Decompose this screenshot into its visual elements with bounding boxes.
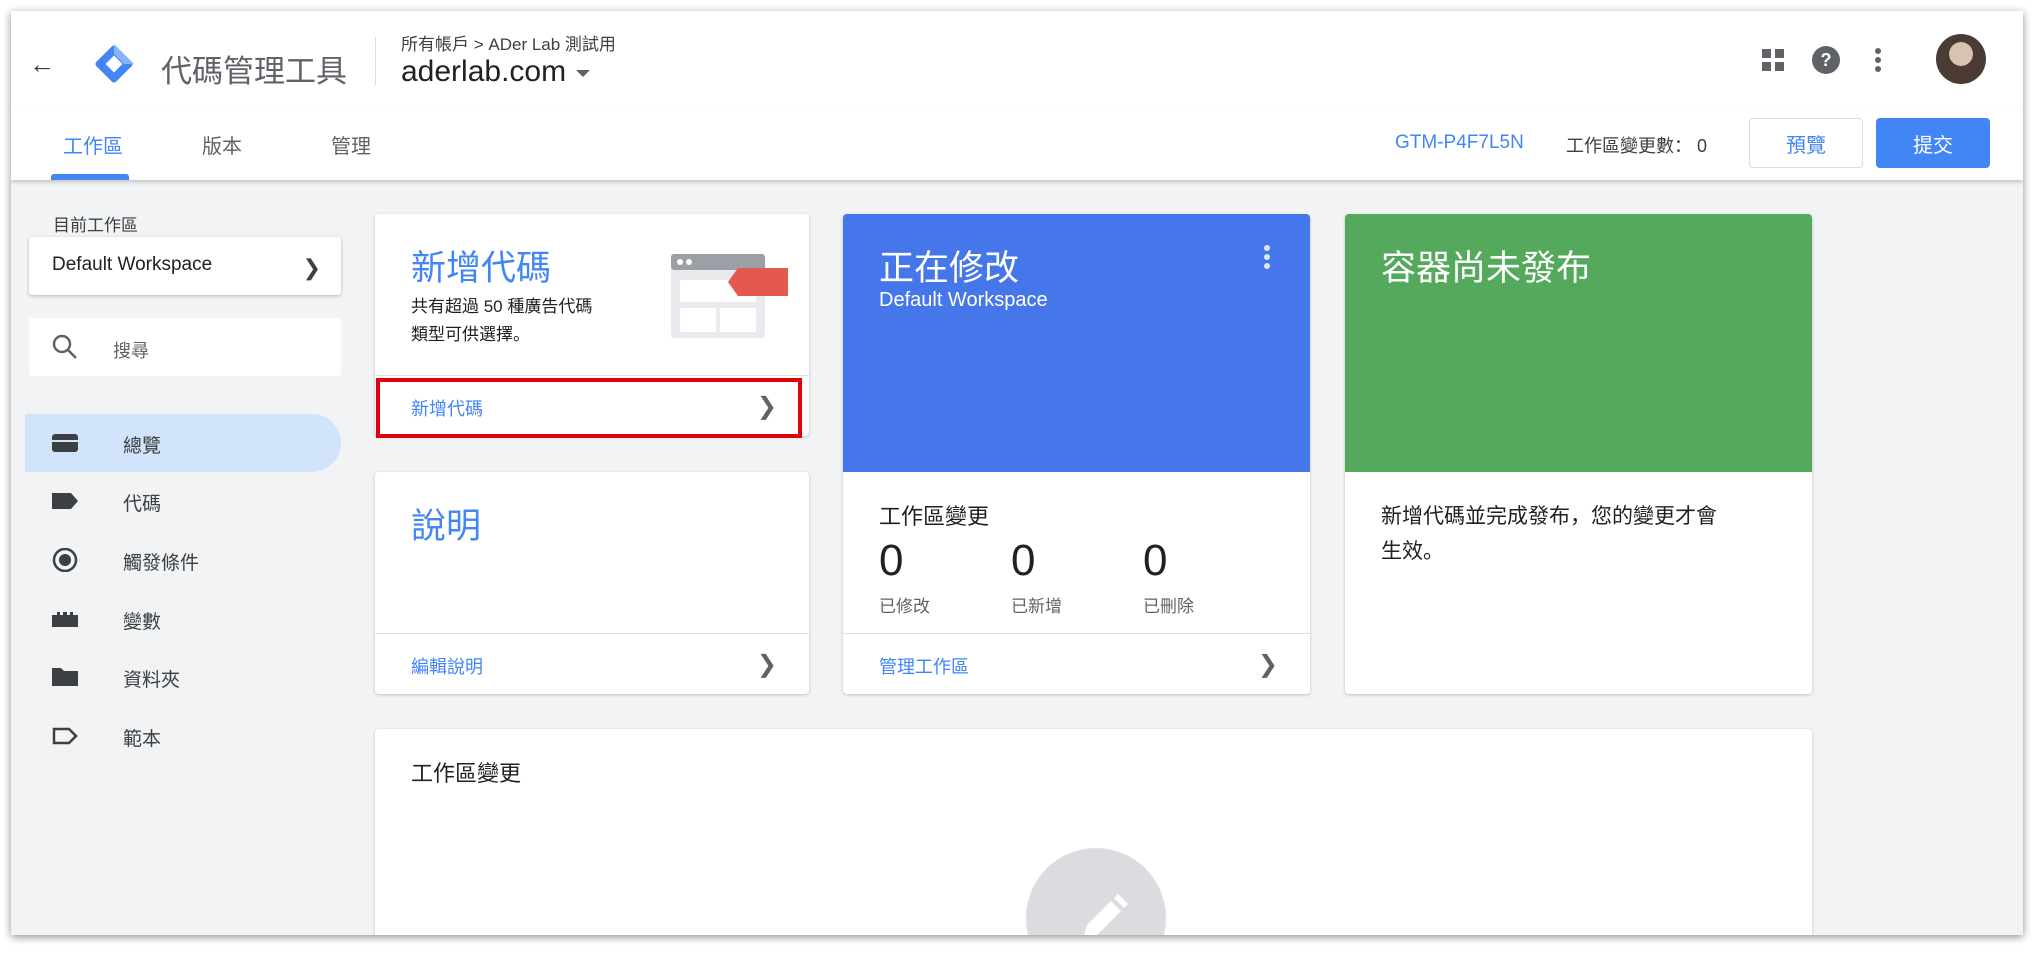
sidebar-item-templates[interactable]: 範本 xyxy=(25,707,341,765)
edit-description-label: 編輯說明 xyxy=(411,657,483,677)
stat-value: 0 xyxy=(1011,536,1036,585)
publish-card-header: 容器尚未發布 xyxy=(1345,214,1812,472)
variable-icon xyxy=(52,612,78,627)
current-workspace-label: 目前工作區 xyxy=(53,216,138,235)
sidebar-item-tags[interactable]: 代碼 xyxy=(25,472,341,530)
tab-versions[interactable]: 版本 xyxy=(202,130,242,159)
tab-bar: 工作區 版本 管理 GTM-P4F7L5N 工作區變更數： 0 預覽 提交 xyxy=(11,108,2023,180)
description-title: 說明 xyxy=(411,507,482,546)
tab-workspace[interactable]: 工作區 xyxy=(63,130,123,159)
editing-workspace-name: Default Workspace xyxy=(879,289,1048,311)
help-icon[interactable]: ? xyxy=(1811,45,1841,75)
gtm-logo-icon xyxy=(95,44,134,83)
overview-icon xyxy=(52,434,78,452)
chevron-right-icon: ❯ xyxy=(1257,651,1278,678)
sidebar-item-overview[interactable]: 總覽 xyxy=(25,414,341,472)
tag-illustration-icon xyxy=(671,254,788,338)
more-vert-icon[interactable] xyxy=(1863,45,1893,75)
sidebar-item-variables[interactable]: 變數 xyxy=(25,590,341,648)
workspace-changes-title: 工作區變更 xyxy=(411,761,522,786)
sidebar-item-label: 範本 xyxy=(123,729,162,750)
sidebar-item-label: 觸發條件 xyxy=(123,553,200,574)
sidebar-item-label: 變數 xyxy=(123,612,162,633)
svg-text:?: ? xyxy=(1821,50,1832,70)
sidebar-item-label: 資料夾 xyxy=(123,670,181,691)
account-selector[interactable]: aderlab.com xyxy=(401,55,591,89)
publish-message: 新增代碼並完成發布，您的變更才會 生效。 xyxy=(1381,499,1717,569)
edit-pencil-icon xyxy=(1026,848,1166,935)
sidebar-item-folders[interactable]: 資料夾 xyxy=(25,648,341,706)
change-stats: 0 已修改 0 已新增 0 已刪除 xyxy=(879,536,1279,616)
manage-workspace-label: 管理工作區 xyxy=(879,657,969,677)
stat-value: 0 xyxy=(879,536,904,585)
new-tag-description: 共有超過 50 種廣告代碼 類型可供選擇。 xyxy=(411,293,592,349)
stat-label: 已修改 xyxy=(879,597,930,616)
submit-button[interactable]: 提交 xyxy=(1876,118,1990,168)
stat-value: 0 xyxy=(1143,536,1168,585)
tag-icon xyxy=(52,493,78,509)
editing-title: 正在修改 xyxy=(879,249,1020,288)
preview-button[interactable]: 預覽 xyxy=(1749,118,1863,168)
sidebar-item-label: 總覽 xyxy=(123,436,162,457)
arrow-back-icon[interactable]: ← xyxy=(29,49,55,80)
changes-title: 工作區變更 xyxy=(879,504,990,529)
editing-workspace-card: 正在修改 Default Workspace 工作區變更 0 已修改 0 已新增… xyxy=(843,214,1310,694)
workspace-changes-card: 工作區變更 xyxy=(375,729,1812,935)
app-name: 代碼管理工具 xyxy=(161,54,347,89)
workspace-selector[interactable]: Default Workspace ❯ xyxy=(29,237,341,295)
container-id[interactable]: GTM-P4F7L5N xyxy=(1395,132,1524,154)
message-line: 新增代碼並完成發布，您的變更才會 xyxy=(1381,505,1717,528)
app-window: ← 代碼管理工具 所有帳戶 > ADer Lab 測試用 aderlab.com… xyxy=(11,11,2023,935)
stat-modified: 0 已修改 xyxy=(879,536,930,617)
apps-grid-icon[interactable] xyxy=(1758,45,1788,75)
sidebar-item-triggers[interactable]: 觸發條件 xyxy=(25,531,341,589)
chevron-right-icon: ❯ xyxy=(302,255,321,280)
template-icon xyxy=(52,727,78,745)
tab-admin[interactable]: 管理 xyxy=(331,130,371,159)
sidebar-item-label: 代碼 xyxy=(123,494,162,515)
editing-card-header: 正在修改 Default Workspace xyxy=(843,214,1310,472)
search-placeholder: 搜尋 xyxy=(113,341,149,361)
chevron-right-icon: ❯ xyxy=(756,651,777,678)
description-line: 類型可供選擇。 xyxy=(411,325,530,344)
workspace-changes-count: 工作區變更數： 0 xyxy=(1566,136,1708,156)
description-card: 說明 編輯說明 ❯ xyxy=(375,472,809,694)
edit-description-link[interactable]: 編輯說明 ❯ xyxy=(375,633,809,694)
workspace-name: Default Workspace xyxy=(52,254,213,275)
stat-label: 已新增 xyxy=(1011,597,1062,616)
stat-added: 0 已新增 xyxy=(1011,536,1062,617)
search-field[interactable]: 搜尋 xyxy=(29,318,341,376)
account-name: aderlab.com xyxy=(401,55,567,88)
breadcrumb[interactable]: 所有帳戶 > ADer Lab 測試用 xyxy=(401,30,616,55)
caret-down-icon xyxy=(576,69,591,77)
search-icon xyxy=(52,334,77,359)
message-line: 生效。 xyxy=(1381,540,1444,563)
avatar[interactable] xyxy=(1936,34,1986,84)
top-bar: ← 代碼管理工具 所有帳戶 > ADer Lab 測試用 aderlab.com… xyxy=(11,11,2023,109)
stat-label: 已刪除 xyxy=(1143,597,1194,616)
more-vert-icon[interactable] xyxy=(1261,244,1273,270)
divider xyxy=(375,37,376,85)
manage-workspace-link[interactable]: 管理工作區 ❯ xyxy=(843,633,1310,694)
publish-status-card: 容器尚未發布 新增代碼並完成發布，您的變更才會 生效。 xyxy=(1345,214,1812,694)
trigger-icon xyxy=(52,548,78,572)
active-tab-indicator xyxy=(51,174,129,180)
new-tag-title: 新增代碼 xyxy=(411,249,552,288)
highlight-box xyxy=(376,378,802,438)
publish-title: 容器尚未發布 xyxy=(1381,249,1592,288)
folder-icon xyxy=(52,668,78,686)
description-line: 共有超過 50 種廣告代碼 xyxy=(411,297,593,316)
stat-deleted: 0 已刪除 xyxy=(1143,536,1194,617)
